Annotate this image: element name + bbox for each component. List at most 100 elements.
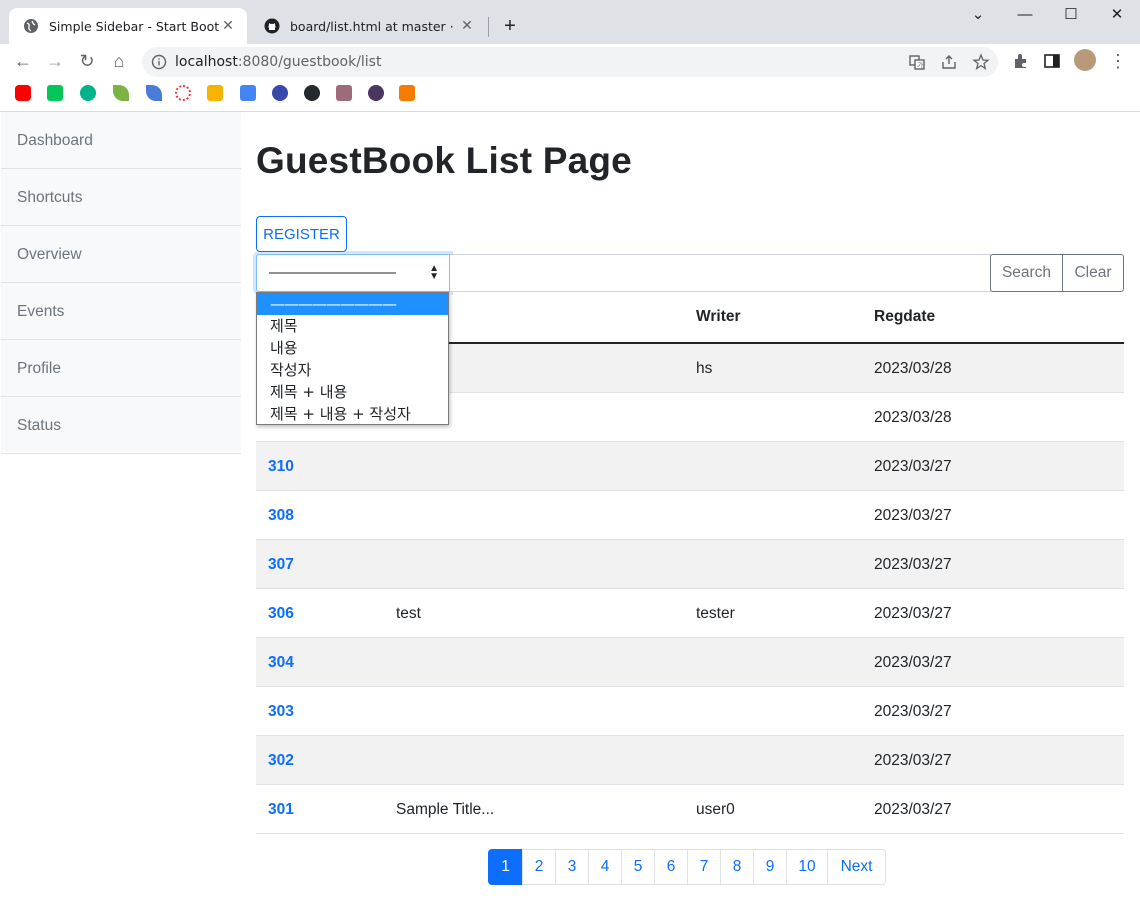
clear-button[interactable]: Clear (1062, 254, 1124, 292)
youtube-bookmark-icon[interactable] (15, 85, 31, 101)
page-link[interactable]: 9 (753, 849, 787, 885)
row-title[interactable]: test (396, 605, 421, 623)
option-title[interactable]: 제목 (257, 315, 448, 337)
sidebar-item-overview[interactable]: Overview (1, 226, 241, 283)
row-gno-link[interactable]: 307 (268, 556, 294, 574)
close-tab-icon[interactable]: ✕ (458, 18, 476, 34)
menu-kebab-icon[interactable]: ⋮ (1108, 51, 1128, 71)
page-link[interactable]: 2 (522, 849, 556, 885)
new-tab-button[interactable]: + (498, 14, 522, 38)
page-link[interactable]: 5 (621, 849, 655, 885)
sidebar-item-shortcuts[interactable]: Shortcuts (1, 169, 241, 226)
row-gno-link[interactable]: 306 (268, 605, 294, 623)
option-content[interactable]: 내용 (257, 337, 448, 359)
row-regdate: 2023/03/27 (874, 654, 952, 671)
page-link[interactable]: 4 (588, 849, 622, 885)
row-regdate: 2023/03/27 (874, 752, 952, 769)
tab-title: Simple Sidebar - Start Bootstrap (49, 18, 219, 34)
search-button[interactable]: Search (990, 254, 1063, 292)
url-host: localhost (175, 54, 238, 70)
search-type-value: ————————— (269, 264, 396, 281)
keyword-input[interactable] (450, 254, 991, 292)
reload-icon[interactable]: ↻ (75, 49, 99, 73)
table-row: 301 Sample Title... user0 2023/03/27 (256, 785, 1124, 834)
table-row: 303 2023/03/27 (256, 687, 1124, 736)
header-regdate: Regdate (874, 308, 936, 325)
option-title-content[interactable]: 제목 + 내용 (257, 381, 448, 403)
table-row: 310 2023/03/27 (256, 442, 1124, 491)
avatar-bookmark-icon[interactable] (368, 85, 384, 101)
row-gno-link[interactable]: 302 (268, 752, 294, 770)
page-title: GuestBook List Page (256, 140, 632, 181)
translate-icon[interactable]: 가 (908, 53, 926, 71)
chevron-down-icon[interactable]: ⌄ (955, 0, 1001, 32)
row-gno-link[interactable]: 304 (268, 654, 294, 672)
page-link[interactable]: 8 (720, 849, 754, 885)
next-page-link[interactable]: Next (827, 849, 886, 885)
page-link[interactable]: 6 (654, 849, 688, 885)
address-bar[interactable]: localhost:8080/guestbook/list 가 (142, 47, 998, 77)
profile-avatar[interactable] (1074, 49, 1096, 71)
share-icon[interactable] (940, 53, 958, 71)
table-row: 307 2023/03/27 (256, 540, 1124, 589)
extensions-icon[interactable] (1011, 51, 1031, 71)
bookmark-icon[interactable] (240, 85, 256, 101)
sidebar-item-dashboard[interactable]: Dashboard (1, 112, 241, 169)
sort-arrows-icon: ▲ ▼ (429, 263, 439, 282)
row-gno-link[interactable]: 301 (268, 801, 294, 819)
leaf-bookmark-icon[interactable] (113, 85, 129, 101)
row-regdate: 2023/03/27 (874, 801, 952, 818)
circle-bookmark-icon[interactable] (175, 85, 191, 101)
row-regdate: 2023/03/27 (874, 507, 952, 524)
naver-bookmark-icon[interactable] (47, 85, 63, 101)
row-gno-link[interactable]: 303 (268, 703, 294, 721)
back-icon[interactable]: ← (11, 49, 35, 73)
url-path: :8080/guestbook/list (237, 54, 382, 70)
table-row: 302 2023/03/27 (256, 736, 1124, 785)
image-bookmark-icon[interactable] (336, 85, 352, 101)
option-writer[interactable]: 작성자 (257, 359, 448, 381)
table-row: 304 2023/03/27 (256, 638, 1124, 687)
svg-text:가: 가 (917, 61, 924, 70)
sidebar-item-events[interactable]: Events (1, 283, 241, 340)
row-gno-link[interactable]: 308 (268, 507, 294, 525)
side-panel-icon[interactable] (1042, 51, 1062, 71)
sidebar-item-status[interactable]: Status (1, 397, 241, 454)
option-title-content-writer[interactable]: 제목 + 내용 + 작성자 (257, 403, 448, 425)
owl-bookmark-icon[interactable] (272, 85, 288, 101)
row-regdate: 2023/03/27 (874, 605, 952, 622)
register-button[interactable]: REGISTER (256, 216, 347, 252)
classroom-bookmark-icon[interactable] (207, 85, 223, 101)
forward-icon[interactable]: → (43, 49, 67, 73)
tab-simple-sidebar[interactable]: Simple Sidebar - Start Bootstrap ✕ (9, 8, 247, 44)
url-text: localhost:8080/guestbook/list (175, 54, 381, 70)
row-title[interactable]: Sample Title... (396, 801, 494, 819)
close-tab-icon[interactable]: ✕ (219, 18, 237, 34)
page-link[interactable]: 7 (687, 849, 721, 885)
page-link[interactable]: 3 (555, 849, 589, 885)
page-link[interactable]: 1 (488, 849, 523, 885)
search-type-select[interactable]: ————————— ▲ ▼ (256, 254, 450, 292)
globe-icon (23, 18, 39, 34)
home-icon[interactable]: ⌂ (107, 49, 131, 73)
maximize-icon[interactable]: ☐ (1048, 0, 1094, 32)
tab-github-board[interactable]: board/list.html at master · heoj1 ✕ (250, 8, 486, 44)
minimize-icon[interactable]: — (1002, 0, 1048, 32)
tab-separator (488, 17, 489, 37)
option-none[interactable]: ————————— (257, 293, 448, 315)
sidebar-item-profile[interactable]: Profile (1, 340, 241, 397)
star-icon[interactable] (972, 53, 990, 71)
info-icon[interactable] (151, 54, 167, 70)
table-row: 306 test tester 2023/03/27 (256, 589, 1124, 638)
pagination: 1 2 3 4 5 6 7 8 9 10 Next (488, 849, 886, 885)
cube-bookmark-icon[interactable] (399, 85, 415, 101)
row-gno-link[interactable]: 310 (268, 458, 294, 476)
row-writer: tester (696, 605, 735, 622)
page-link[interactable]: 10 (786, 849, 828, 885)
github-bookmark-icon[interactable] (304, 85, 320, 101)
browser-tab-bar: Simple Sidebar - Start Bootstrap ✕ board… (0, 0, 1140, 44)
close-window-icon[interactable]: ✕ (1094, 0, 1140, 32)
bookmark-icon[interactable] (80, 85, 96, 101)
browser-toolbar: ← → ↻ ⌂ localhost:8080/guestbook/list 가 … (0, 44, 1140, 78)
feather-bookmark-icon[interactable] (146, 85, 162, 101)
